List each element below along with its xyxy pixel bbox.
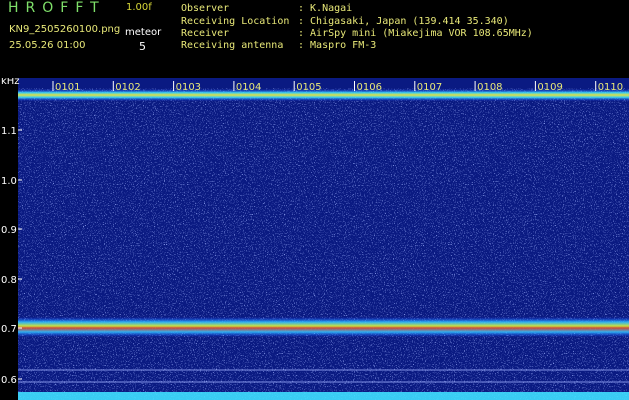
time-tick-label: 0110 bbox=[598, 82, 623, 93]
info-value: : Maspro FM-3 bbox=[298, 40, 377, 51]
info-key: Receiver bbox=[181, 28, 230, 39]
time-tick-label: 0109 bbox=[537, 82, 562, 93]
version-label: 1.00f bbox=[126, 2, 152, 13]
y-tick-label: 0.8 bbox=[1, 275, 17, 286]
time-tick-label: 0101 bbox=[55, 82, 80, 93]
unit-label: kHz bbox=[1, 78, 20, 87]
info-row-antenna: Receiving antenna : Maspro FM-3 bbox=[181, 40, 376, 51]
info-key: Receiving antenna bbox=[181, 40, 284, 51]
info-row-receiver: Receiver : AirSpy mini (Miakejima VOR 108… bbox=[181, 28, 533, 39]
spectrogram-noise bbox=[18, 88, 629, 400]
time-tick-label: 0105 bbox=[296, 82, 321, 93]
time-tick-label: 0108 bbox=[477, 82, 502, 93]
time-tick-label: 0104 bbox=[236, 82, 261, 93]
meteor-count: 5 bbox=[139, 40, 146, 53]
meteor-label: meteor bbox=[125, 27, 162, 38]
header-panel: HROFFT 1.00f KN9_2505260100.png meteor 5… bbox=[0, 0, 629, 78]
filename-label: KN9_2505260100.png bbox=[9, 24, 121, 35]
time-tick-label: 0107 bbox=[417, 82, 442, 93]
info-value: : K.Nagai bbox=[298, 3, 353, 14]
signal-band-main bbox=[18, 317, 629, 337]
info-key: Receiving Location bbox=[181, 16, 290, 27]
info-value: : AirSpy mini (Miakejima VOR 108.65MHz) bbox=[298, 28, 533, 39]
y-tick-label: 0.7 bbox=[1, 324, 17, 335]
time-tick-label: 0106 bbox=[357, 82, 382, 93]
datetime-label: 25.05.26 01:00 bbox=[9, 40, 86, 51]
y-tick-label: 1.0 bbox=[1, 176, 17, 187]
y-tick-label: 0.6 bbox=[1, 375, 17, 386]
app-title: HROFFT bbox=[8, 0, 106, 16]
time-tick-label: 0103 bbox=[176, 82, 201, 93]
y-tick-label: 1.1 bbox=[1, 126, 17, 137]
y-tick-label: 0.9 bbox=[1, 225, 17, 236]
time-tick-label: 0102 bbox=[115, 82, 140, 93]
spectrogram: kHz 1.1 1.0 0.9 0.8 0.7 0.6 0101 0102 0103 0104 0… bbox=[0, 78, 629, 400]
info-key: Observer bbox=[181, 3, 230, 14]
noise-floor-strip bbox=[18, 392, 629, 400]
info-row-location: Receiving Location : Chigasaki, Japan (13… bbox=[181, 16, 509, 27]
info-value: : Chigasaki, Japan (139.414 35.340) bbox=[298, 16, 509, 27]
info-row-observer: Observer : K.Nagai bbox=[181, 3, 352, 14]
